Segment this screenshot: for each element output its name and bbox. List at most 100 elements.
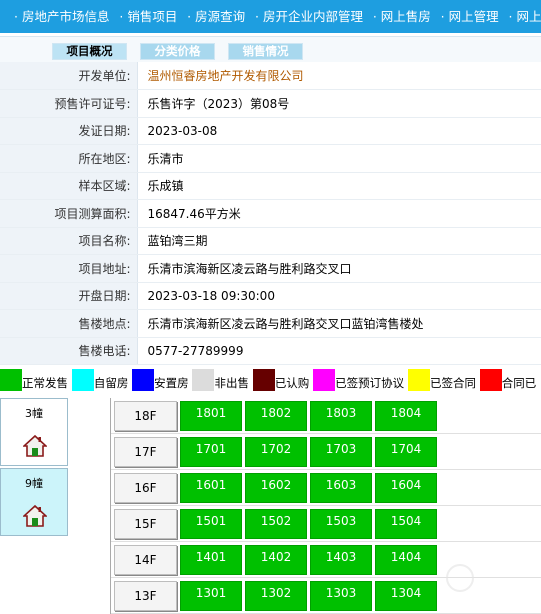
legend-swatch (252, 369, 275, 391)
unit-1603[interactable]: 1603 (310, 473, 372, 503)
info-value: 乐售许字（2023）第08号 (137, 89, 541, 118)
legend-swatch (132, 369, 155, 391)
unit-1504[interactable]: 1504 (375, 509, 437, 539)
info-row-address: 项目地址: 乐清市滨海新区凌云路与胜利路交叉口 (0, 254, 541, 283)
unit-1601[interactable]: 1601 (180, 473, 242, 503)
floor-row-18: 18F 1801 1802 1803 1804 (111, 398, 541, 434)
legend-item-resettlement: 安置房 (132, 368, 189, 392)
legend-swatch (479, 369, 502, 391)
legend-label: 已签预订协议 (335, 376, 405, 390)
floor-label: 15F (114, 509, 177, 539)
legend-label: 正常发售 (22, 376, 68, 390)
unit-1401[interactable]: 1401 (180, 545, 242, 575)
info-row-measured-area: 项目测算面积: 16847.46平方米 (0, 199, 541, 228)
legend-label: 非出售 (214, 376, 249, 390)
info-label: 发证日期: (0, 117, 138, 145)
info-label: 预售许可证号: (0, 89, 138, 118)
unit-1801[interactable]: 1801 (180, 401, 242, 431)
unit-1403[interactable]: 1403 (310, 545, 372, 575)
floor-row-15: 15F 1501 1502 1503 1504 (111, 506, 541, 542)
unit-1802[interactable]: 1802 (245, 401, 307, 431)
info-row-opening-date: 开盘日期: 2023-03-18 09:30:00 (0, 282, 541, 310)
legend-item-reserved: 自留房 (71, 368, 129, 392)
legend-label: 合同已 (501, 376, 537, 390)
unit-1803[interactable]: 1803 (310, 401, 372, 431)
info-label: 售楼地点: (0, 309, 138, 338)
unit-1704[interactable]: 1704 (375, 437, 437, 467)
legend-label: 安置房 (154, 376, 189, 390)
unit-1303[interactable]: 1303 (310, 581, 372, 611)
building-label: 9幢 (25, 477, 43, 490)
info-label: 所在地区: (0, 144, 138, 173)
info-row-issue-date: 发证日期: 2023-03-08 (0, 117, 541, 145)
nav-item-developer-admin[interactable]: 房开企业内部管理 (249, 0, 363, 33)
legend-item-contract-signed: 已签合同 (407, 368, 476, 392)
legend-item-on-sale: 正常发售 (0, 368, 68, 392)
info-label: 项目地址: (0, 254, 138, 283)
legend-label: 已签合同 (429, 376, 476, 390)
unit-1701[interactable]: 1701 (180, 437, 242, 467)
info-label: 项目测算面积: (0, 199, 138, 228)
unit-1302[interactable]: 1302 (245, 581, 307, 611)
info-label: 项目名称: (0, 227, 138, 255)
unit-1502[interactable]: 1502 (245, 509, 307, 539)
info-value: 2023-03-08 (137, 117, 541, 145)
status-legend: 正常发售 自留房 安置房 非出售 已认购 已签预订协议 已签合同 合同已 (0, 368, 541, 392)
legend-item-contract-filed: 合同已 (479, 368, 537, 392)
floor-row-17: 17F 1701 1702 1703 1704 (111, 434, 541, 470)
info-row-project-name: 项目名称: 蓝铂湾三期 (0, 227, 541, 255)
nav-item-market-info[interactable]: 房地产市场信息 (0, 0, 110, 33)
unit-1301[interactable]: 1301 (180, 581, 242, 611)
info-row-sample-area: 样本区域: 乐成镇 (0, 172, 541, 200)
info-value: 蓝铂湾三期 (137, 227, 541, 255)
info-value: 乐清市滨海新区凌云路与胜利路交叉口蓝铂湾售楼处 (137, 309, 541, 338)
nav-item-online-sales-faq[interactable]: 网上售房答疑 (502, 0, 541, 33)
legend-item-subscribed: 已认购 (252, 368, 310, 392)
info-value: 乐成镇 (137, 172, 541, 200)
tab-category-price[interactable]: 分类价格 (140, 43, 215, 60)
unit-1501[interactable]: 1501 (180, 509, 242, 539)
building-list: 3幢 9幢 (0, 398, 69, 538)
floor-label: 18F (114, 401, 177, 431)
building-9[interactable]: 9幢 (0, 468, 68, 536)
building-3[interactable]: 3幢 (0, 398, 68, 466)
legend-swatch (313, 369, 336, 391)
house-icon (23, 504, 47, 527)
tab-bar: 项目概况 分类价格 销售情况 (0, 36, 541, 62)
nav-item-sales-projects[interactable]: 销售项目 (113, 0, 177, 33)
top-nav-bar: 房地产市场信息 销售项目 房源查询 房开企业内部管理 网上售房 网上管理 网上售… (0, 0, 541, 33)
legend-label: 自留房 (93, 376, 129, 390)
tab-project-overview[interactable]: 项目概况 (52, 43, 127, 60)
nav-item-online-management[interactable]: 网上管理 (435, 0, 499, 33)
unit-1604[interactable]: 1604 (375, 473, 437, 503)
floor-label: 14F (114, 545, 177, 575)
project-info-table: 开发单位: 温州恒睿房地产开发有限公司 预售许可证号: 乐售许字（2023）第0… (0, 62, 541, 365)
info-label: 开发单位: (0, 62, 138, 90)
legend-item-booking-agreement: 已签预订协议 (313, 368, 404, 392)
unit-1702[interactable]: 1702 (245, 437, 307, 467)
info-row-developer: 开发单位: 温州恒睿房地产开发有限公司 (0, 62, 541, 90)
info-value: 乐清市 (137, 144, 541, 173)
legend-swatch (0, 369, 22, 391)
info-row-permit: 预售许可证号: 乐售许字（2023）第08号 (0, 89, 541, 118)
nav-item-housing-search[interactable]: 房源查询 (181, 0, 245, 33)
info-value: 乐清市滨海新区凌云路与胜利路交叉口 (137, 254, 541, 283)
info-row-district: 所在地区: 乐清市 (0, 144, 541, 173)
unit-1804[interactable]: 1804 (375, 401, 437, 431)
house-icon (23, 434, 47, 457)
info-row-sales-office: 售楼地点: 乐清市滨海新区凌云路与胜利路交叉口蓝铂湾售楼处 (0, 309, 541, 338)
unit-1402[interactable]: 1402 (245, 545, 307, 575)
info-label: 样本区域: (0, 172, 138, 200)
legend-swatch (192, 369, 215, 391)
unit-1703[interactable]: 1703 (310, 437, 372, 467)
nav-item-online-sales[interactable]: 网上售房 (367, 0, 431, 33)
floor-row-16: 16F 1601 1602 1603 1604 (111, 470, 541, 506)
floor-label: 13F (114, 581, 177, 611)
developer-link[interactable]: 温州恒睿房地产开发有限公司 (137, 62, 541, 90)
watermark-logo (418, 560, 541, 614)
legend-swatch (71, 369, 94, 391)
tab-sales-status[interactable]: 销售情况 (228, 43, 303, 60)
unit-1602[interactable]: 1602 (245, 473, 307, 503)
legend-label: 已认购 (274, 376, 310, 390)
unit-1503[interactable]: 1503 (310, 509, 372, 539)
